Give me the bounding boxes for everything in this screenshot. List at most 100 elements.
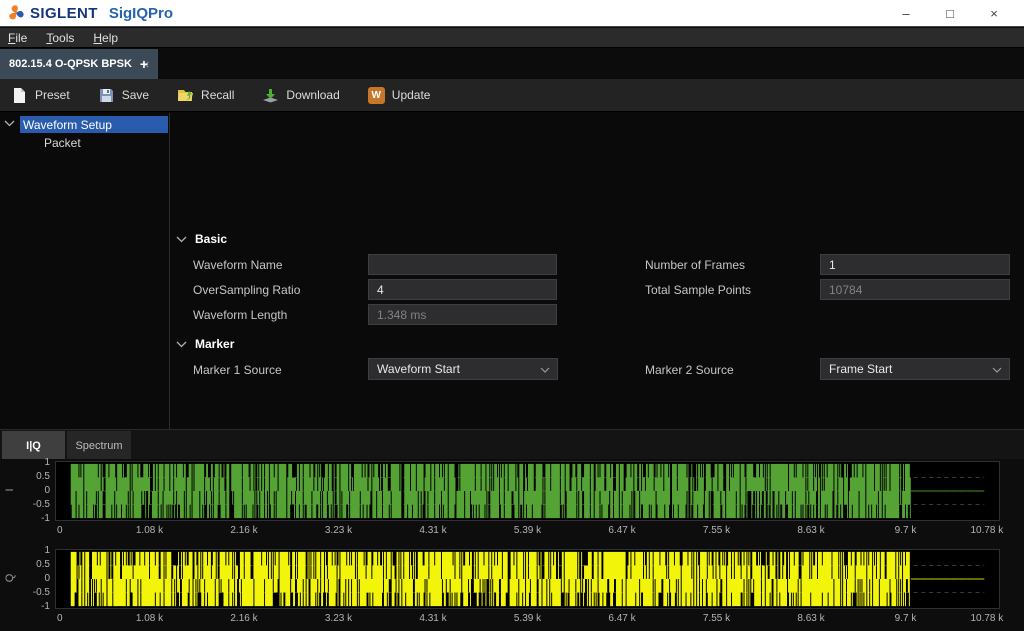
q-axis-name: Q [4,570,16,586]
chevron-down-icon [992,367,1002,373]
update-badge-icon: W [368,87,385,104]
x-tick-label: 2.16 k [230,525,257,536]
section-marker-title: Marker [195,337,234,351]
menu-help[interactable]: Help [93,31,118,45]
marker1-source-label: Marker 1 Source [193,363,282,377]
close-button[interactable]: × [972,0,1016,27]
marker2-source-value: Frame Start [829,362,892,376]
tree-item-waveform-setup[interactable]: Waveform Setup [20,116,168,133]
x-tick-label: 9.7 k [895,525,917,536]
number-of-frames-label: Number of Frames [645,258,745,272]
x-tick-label: 3.23 k [325,525,352,536]
menu-tools[interactable]: Tools [46,31,74,45]
tab-iq[interactable]: I|Q [2,431,65,460]
waveform-name-input[interactable] [368,254,557,275]
x-tick-label: 6.47 k [608,525,635,536]
maximize-button[interactable]: □ [928,0,972,27]
i-waveform-plot [55,461,1000,521]
x-tick-label: 9.7 k [895,613,917,624]
floppy-disk-icon [98,87,115,104]
settings-tree: Waveform Setup Packet [0,113,170,429]
y-tick-label: 0 [26,573,50,584]
oversampling-ratio-input[interactable]: 4 [368,279,557,300]
menu-bar: File Tools Help [0,28,1024,48]
y-tick-label: 1 [26,545,50,556]
y-tick-label: 1 [26,457,50,468]
q-waveform-plot [55,549,1000,609]
download-button[interactable]: Download [262,87,339,104]
minimize-button[interactable]: – [884,0,928,27]
x-tick-label: 10.78 k [970,613,1003,624]
document-icon [11,87,28,104]
x-tick-label: 10.78 k [970,525,1003,536]
toolbar: Preset Save Recall Download [0,79,1024,112]
iq-chart-area: I 1 0.5 0 -0.5 -1 0 1.08 k 2.16 k 3.23 k 4.31 k 5… [0,459,1024,631]
save-label: Save [122,88,149,102]
brand-text: SIGLENT [30,5,98,22]
add-tab-button[interactable]: + [133,49,155,79]
x-tick-label: 4.31 k [419,613,446,624]
y-tick-label: 0.5 [26,471,50,482]
preset-label: Preset [35,88,70,102]
x-tick-label: 0 [57,525,63,536]
recall-label: Recall [201,88,234,102]
waveform-length-field: 1.348 ms [368,304,557,325]
y-tick-label: 0 [26,485,50,496]
tree-item-packet[interactable]: Packet [44,135,81,151]
x-tick-label: 8.63 k [797,525,824,536]
number-of-frames-input[interactable]: 1 [820,254,1010,275]
update-label: Update [392,88,431,102]
x-tick-label: 6.47 k [608,613,635,624]
chevron-down-icon [176,341,187,348]
marker1-source-value: Waveform Start [377,362,460,376]
y-tick-label: 0.5 [26,559,50,570]
recall-button[interactable]: Recall [177,87,234,104]
chevron-down-icon [540,367,550,373]
x-tick-label: 0 [57,613,63,624]
download-arrow-icon [262,87,279,104]
x-tick-label: 7.55 k [703,525,730,536]
folder-open-icon [177,87,194,104]
main-area: Waveform Setup Packet Basic Waveform Nam… [0,113,1024,429]
y-tick-label: -0.5 [26,587,50,598]
document-tab-bar: 802.15.4 O-QPSK BPSK × + [0,49,1024,79]
y-tick-label: -1 [26,513,50,524]
oversampling-ratio-label: OverSampling Ratio [193,283,300,297]
view-tab-bar: I|Q Spectrum [0,429,1024,459]
window-controls: – □ × [884,0,1016,27]
x-tick-label: 2.16 k [230,613,257,624]
waveform-length-label: Waveform Length [193,308,287,322]
tab-label: 802.15.4 O-QPSK BPSK [9,58,132,70]
x-tick-label: 4.31 k [419,525,446,536]
total-sample-points-field: 10784 [820,279,1010,300]
preset-button[interactable]: Preset [11,87,70,104]
menu-file[interactable]: File [8,31,27,45]
update-button[interactable]: W Update [368,87,431,104]
section-basic-header[interactable]: Basic [176,232,227,246]
save-button[interactable]: Save [98,87,149,104]
y-tick-label: -0.5 [26,499,50,510]
marker2-source-label: Marker 2 Source [645,363,734,377]
app-name: SigIQPro [109,5,173,22]
title-bar: SIGLENT SigIQPro – □ × [0,0,1024,27]
x-tick-label: 5.39 k [514,613,541,624]
marker2-source-dropdown[interactable]: Frame Start [820,358,1010,380]
download-label: Download [286,88,339,102]
sigiqpro-window: SIGLENT SigIQPro – □ × File Tools Help 8… [0,0,1024,631]
marker1-source-dropdown[interactable]: Waveform Start [368,358,558,380]
section-basic-title: Basic [195,232,227,246]
x-tick-label: 8.63 k [797,613,824,624]
chevron-down-icon[interactable] [4,120,15,127]
tab-spectrum[interactable]: Spectrum [67,431,131,460]
x-tick-label: 3.23 k [325,613,352,624]
chevron-down-icon [176,236,187,243]
i-axis-name: I [4,482,16,498]
x-tick-label: 7.55 k [703,613,730,624]
x-tick-label: 5.39 k [514,525,541,536]
x-tick-label: 1.08 k [136,613,163,624]
section-marker-header[interactable]: Marker [176,337,234,351]
waveform-name-label: Waveform Name [193,258,283,272]
y-tick-label: -1 [26,601,50,612]
total-sample-points-label: Total Sample Points [645,283,751,297]
x-tick-label: 1.08 k [136,525,163,536]
